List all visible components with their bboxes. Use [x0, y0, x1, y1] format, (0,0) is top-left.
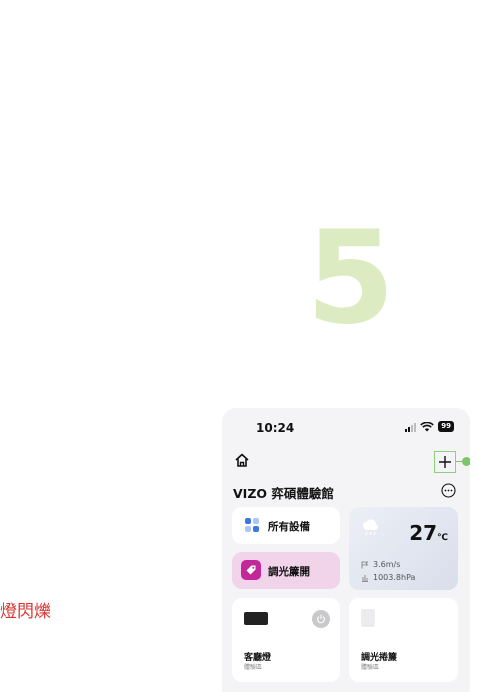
- battery-icon: 99: [438, 421, 454, 432]
- status-icons: 99: [405, 421, 454, 432]
- weather-card[interactable]: 27℃ 3.6m/s 1003.8hPa: [349, 507, 458, 590]
- tag-icon: [241, 560, 261, 580]
- more-options-icon[interactable]: [441, 483, 456, 498]
- add-button[interactable]: [434, 451, 456, 473]
- all-devices-label: 所有設備: [268, 521, 310, 533]
- step-number: 5: [306, 204, 396, 353]
- power-icon: [317, 614, 325, 624]
- home-icon[interactable]: [234, 452, 250, 468]
- power-button[interactable]: [312, 610, 330, 628]
- phone-screen: 10:24 99 VIZO 弈碩體驗館 所有設備 調光簾開 27℃ 3.6m/s…: [222, 408, 470, 692]
- device-room: 體驗區: [244, 664, 263, 671]
- pressure-row: 1003.8hPa: [361, 573, 415, 582]
- dimmer-curtain-card[interactable]: 調光簾開: [232, 552, 340, 589]
- plus-icon: [439, 456, 451, 468]
- temperature-number: 27: [409, 521, 438, 545]
- pressure-icon: [362, 574, 368, 582]
- wind-flag-icon: [361, 561, 369, 568]
- wifi-icon: [420, 421, 435, 431]
- temperature-unit: ℃: [437, 533, 448, 543]
- grid-icon: [245, 518, 259, 532]
- side-caption: 燈閃爍: [0, 602, 51, 622]
- location-title[interactable]: VIZO 弈碩體驗館: [233, 483, 334, 502]
- temperature-value: 27℃: [409, 521, 448, 545]
- highlight-dot: [462, 457, 470, 466]
- wind-row: 3.6m/s: [361, 560, 400, 569]
- dark-panel-icon: [244, 612, 268, 625]
- air-pressure: 1003.8hPa: [373, 573, 416, 582]
- dimmer-curtain-label: 調光簾開: [268, 566, 310, 578]
- signal-icon: [405, 422, 417, 432]
- wind-speed: 3.6m/s: [373, 560, 401, 569]
- device-card-dimmer-curtain[interactable]: 調光捲簾 體驗區: [349, 598, 458, 682]
- device-card-living-room-light[interactable]: 客廳燈 體驗區: [232, 598, 340, 682]
- curtain-icon: [361, 609, 375, 627]
- cloud-rain-icon: [363, 519, 378, 536]
- all-devices-card[interactable]: 所有設備: [232, 507, 340, 544]
- device-room: 體驗區: [361, 664, 380, 671]
- status-time: 10:24: [256, 421, 295, 435]
